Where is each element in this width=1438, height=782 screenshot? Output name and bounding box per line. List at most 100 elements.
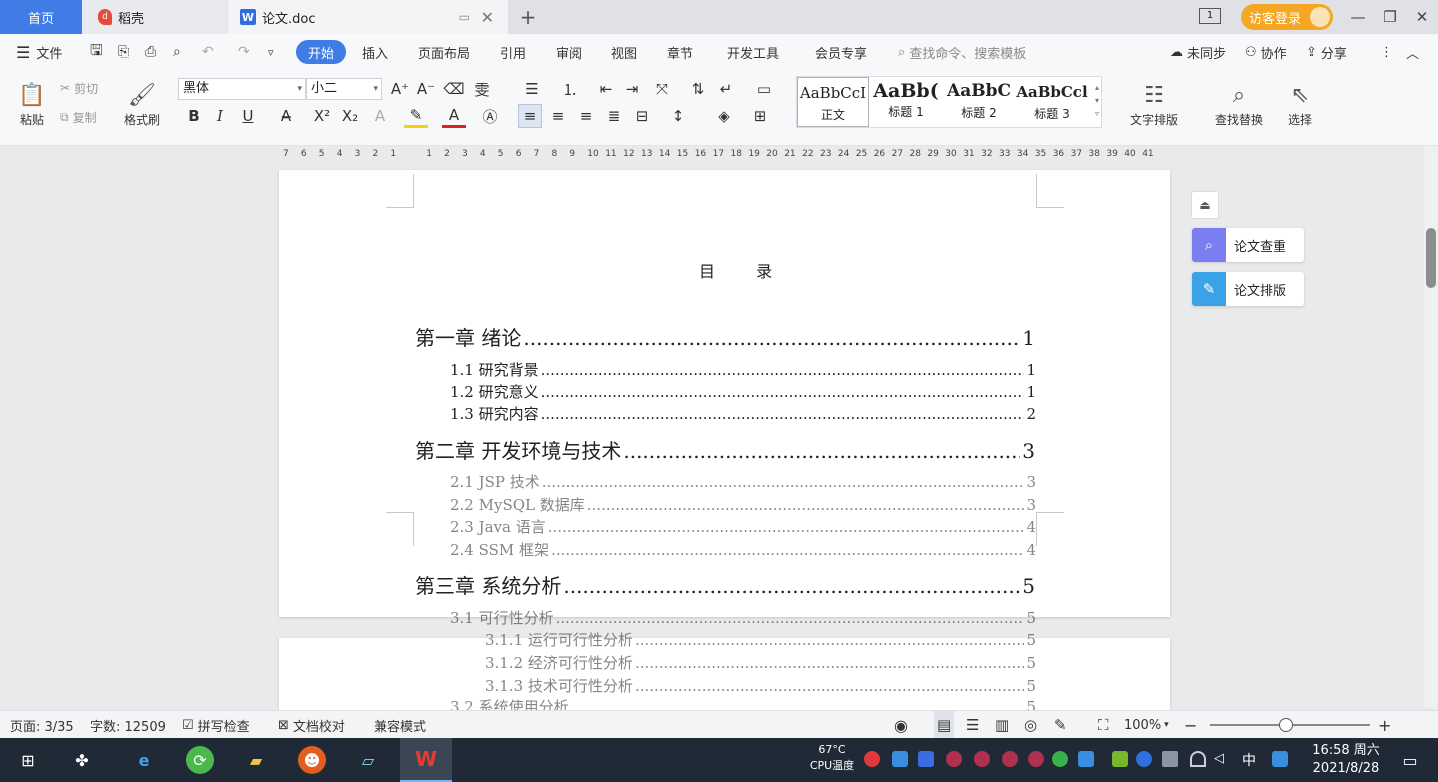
underline-icon[interactable]: U <box>236 104 260 128</box>
style-heading-2[interactable]: AaBbC 标题 2 <box>943 77 1015 127</box>
write-mode-icon[interactable]: ✎ <box>1054 711 1067 739</box>
paste-button[interactable]: 📋 粘贴 <box>10 74 54 134</box>
chinese-layout-icon[interactable]: ⤧ <box>650 77 674 101</box>
redo-icon[interactable]: ↷ <box>238 34 250 70</box>
borders-icon[interactable]: ⊞ <box>748 104 772 128</box>
tab-page-layout[interactable]: 页面布局 <box>418 34 470 70</box>
doc-proof-button[interactable]: ⊠ 文档校对 <box>278 711 345 739</box>
tab-insert[interactable]: 插入 <box>362 34 388 70</box>
volume-icon[interactable]: ◁ <box>1214 751 1230 767</box>
quick-access-dropdown-icon[interactable]: ▿ <box>268 34 274 70</box>
style-heading-1[interactable]: AaBb( 标题 1 <box>870 77 942 127</box>
tray-app-icon[interactable] <box>974 751 990 767</box>
new-tab-button[interactable]: + <box>512 0 544 34</box>
show-marks-icon[interactable]: ↵ <box>714 77 738 101</box>
sync-button[interactable]: ☁ 未同步 <box>1170 34 1226 70</box>
toc-entry[interactable]: 1.2 研究意义 1 <box>450 381 1036 402</box>
increase-indent-icon[interactable]: ⇥ <box>620 77 644 101</box>
tab-review[interactable]: 审阅 <box>556 34 582 70</box>
pinyin-guide-icon[interactable]: 雯 <box>470 77 494 101</box>
align-right-icon[interactable]: ≡ <box>574 104 598 128</box>
export-pdf-icon[interactable]: ⎘ <box>118 34 129 70</box>
tray-app-icon[interactable] <box>1078 751 1094 767</box>
paper-check-button[interactable]: ⌕ 论文查重 <box>1192 228 1304 262</box>
close-window-button[interactable]: ✕ <box>1406 8 1438 26</box>
reading-view-icon[interactable]: ▥ <box>995 711 1009 739</box>
format-painter-button[interactable]: 🖌 格式刷 <box>118 74 166 134</box>
restore-button[interactable]: ❐ <box>1374 8 1406 26</box>
tray-app-icon[interactable] <box>946 751 962 767</box>
paper-format-button[interactable]: ✎ 论文排版 <box>1192 272 1304 306</box>
tab-chapter[interactable]: 章节 <box>667 34 693 70</box>
wps-taskbar-icon[interactable]: W <box>400 738 452 782</box>
outline-view-icon[interactable]: ☰ <box>966 711 979 739</box>
undo-icon[interactable]: ↶ <box>202 34 214 70</box>
tray-app-icon[interactable] <box>1052 751 1068 767</box>
cut-button[interactable]: ✂ 剪切 <box>60 78 98 98</box>
shading-icon[interactable]: ◈ <box>712 104 736 128</box>
save-icon[interactable]: 🖫 <box>90 34 103 70</box>
toc-entry[interactable]: 2.3 Java 语言 4 <box>450 516 1036 537</box>
wifi-icon[interactable] <box>1190 751 1206 767</box>
highlight-icon[interactable]: ✎ <box>404 104 428 128</box>
toc-entry[interactable]: 第一章 绪论 1 <box>415 322 1035 351</box>
tray-app-icon[interactable] <box>1028 751 1044 767</box>
styles-scroll-icon[interactable]: ▴ ▾ ▿ <box>1095 81 1099 120</box>
italic-icon[interactable]: I <box>208 104 232 128</box>
shield-icon[interactable] <box>918 751 934 767</box>
web-view-icon[interactable]: ◎ <box>1024 711 1037 739</box>
ruler-toggle-icon[interactable]: ▭ <box>752 77 776 101</box>
collab-button[interactable]: ⚇ 协作 <box>1245 34 1287 70</box>
decrease-indent-icon[interactable]: ⇤ <box>594 77 618 101</box>
more-icon[interactable]: ⋮ <box>1380 34 1393 70</box>
align-left-icon[interactable]: ≡ <box>518 104 542 128</box>
print-icon[interactable]: ⎙ <box>145 34 156 70</box>
subscript-icon[interactable]: X₂ <box>338 104 362 128</box>
word-count[interactable]: 字数: 12509 <box>90 711 166 739</box>
tab-reference[interactable]: 引用 <box>500 34 526 70</box>
zoom-slider-thumb[interactable] <box>1279 718 1293 732</box>
share-button[interactable]: ⇪ 分享 <box>1306 34 1347 70</box>
collapse-panel-button[interactable]: ⏏ <box>1191 191 1219 219</box>
file-explorer-icon[interactable]: ▰ <box>242 746 270 774</box>
justify-icon[interactable]: ≣ <box>602 104 626 128</box>
command-search[interactable]: ⌕ 查找命令、搜索模板 <box>898 34 1026 70</box>
file-menu[interactable]: ☰ 文件 <box>16 34 62 70</box>
text-effect-icon[interactable]: A <box>368 104 392 128</box>
toc-entry[interactable]: 1.3 研究内容 2 <box>450 403 1036 424</box>
eye-protection-icon[interactable]: ◉ <box>894 711 908 739</box>
strikethrough-icon[interactable]: A̶ <box>274 104 298 128</box>
windows-start-icon[interactable]: ⊞ <box>14 746 42 774</box>
zoom-in-icon[interactable]: + <box>1378 711 1391 739</box>
toc-entry[interactable]: 3.1.1 运行可行性分析 5 <box>485 629 1036 650</box>
vertical-scrollbar[interactable] <box>1424 146 1438 708</box>
guest-login-button[interactable]: 访客登录 <box>1241 4 1333 30</box>
find-replace-button[interactable]: ⌕ 查找替换 <box>1204 74 1274 134</box>
bluetooth-icon[interactable] <box>1136 751 1152 767</box>
notepad-app-icon[interactable]: ▱ <box>354 746 382 774</box>
superscript-icon[interactable]: X² <box>310 104 334 128</box>
tray-app-icon[interactable] <box>892 751 908 767</box>
tab-view[interactable]: 视图 <box>611 34 637 70</box>
system-clock[interactable]: 16:58 周六 2021/8/28 <box>1306 742 1386 778</box>
shrink-font-icon[interactable]: A⁻ <box>414 77 438 101</box>
distribute-icon[interactable]: ⊟ <box>630 104 654 128</box>
tab-home[interactable]: 首页 <box>0 0 82 34</box>
ie-browser-icon[interactable]: e <box>130 746 158 774</box>
scrollbar-thumb[interactable] <box>1426 228 1436 288</box>
tab-member[interactable]: 会员专享 <box>815 34 867 70</box>
tray-app-icon[interactable] <box>864 751 880 767</box>
bullets-icon[interactable]: ☰ <box>520 77 544 101</box>
page-view-icon[interactable]: ▤ <box>934 711 955 739</box>
game-app-icon[interactable]: ☻ <box>298 746 326 774</box>
text-direction-icon[interactable]: ⇅ <box>686 77 710 101</box>
zoom-out-icon[interactable]: − <box>1184 711 1197 739</box>
tab-start[interactable]: 开始 <box>296 40 347 64</box>
toc-entry[interactable]: 第二章 开发环境与技术 3 <box>415 435 1035 464</box>
horizontal-ruler[interactable]: 7 6 5 4 3 2 1 1 2 3 4 5 6 7 8 9 10 11 12 13 14 15 16 17 18 19 20 21… <box>0 146 1424 166</box>
toc-entry[interactable]: 2.2 MySQL 数据库 3 <box>450 494 1036 515</box>
copy-button[interactable]: ⧉ 复制 <box>60 107 97 127</box>
battery-icon[interactable] <box>1162 751 1178 767</box>
collapse-ribbon-icon[interactable]: ︿ <box>1406 34 1419 70</box>
numbering-icon[interactable]: ⒈ <box>558 77 582 101</box>
